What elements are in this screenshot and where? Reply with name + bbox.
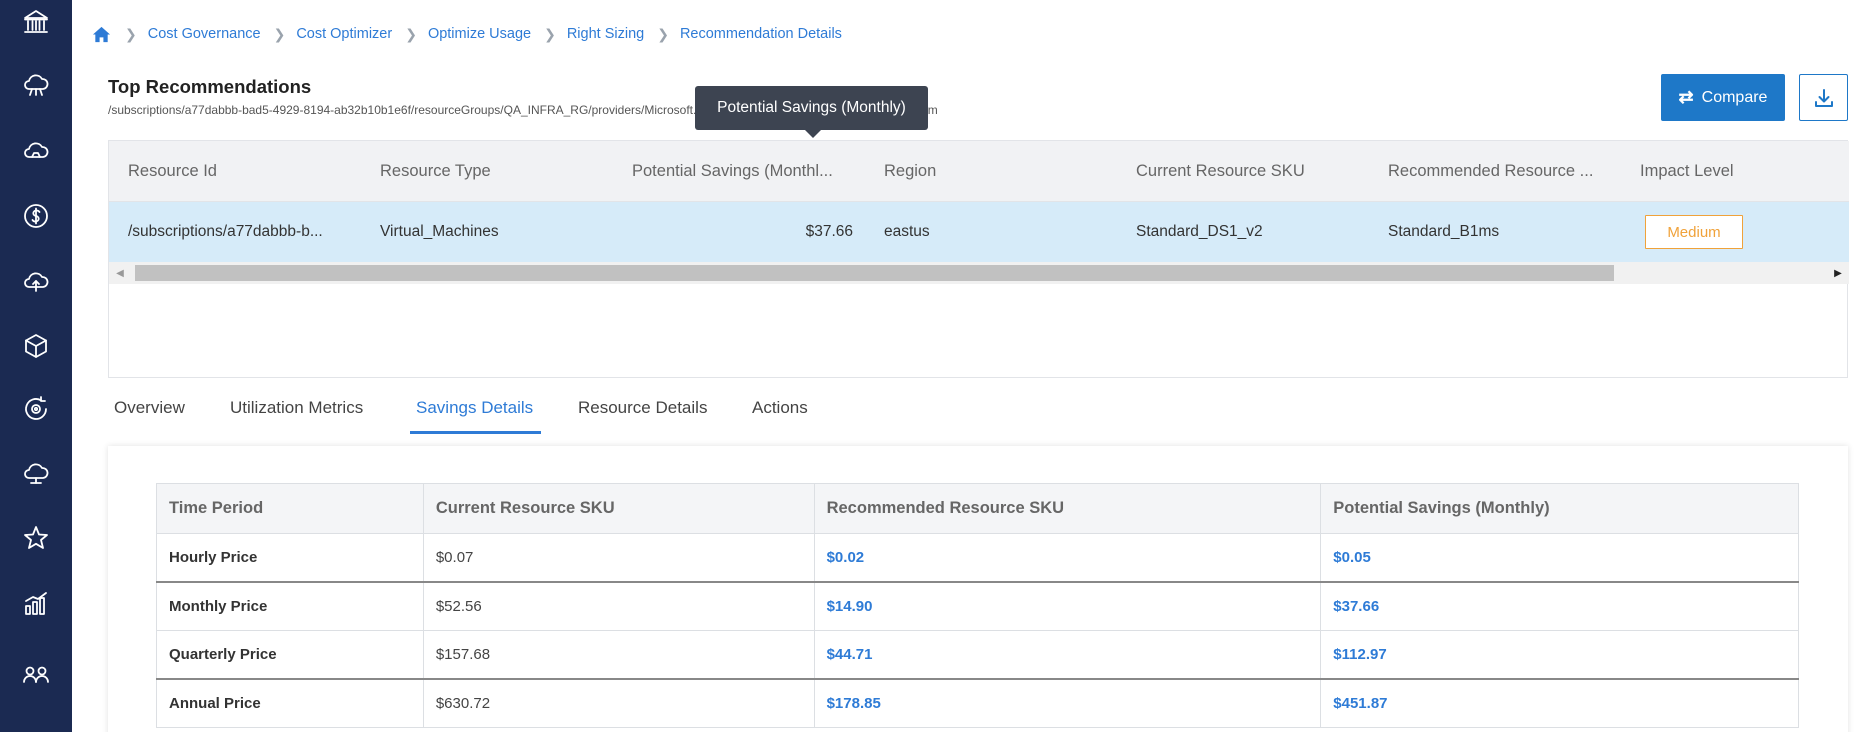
- active-tab-indicator: [410, 431, 541, 434]
- cloud-link-icon[interactable]: [0, 452, 72, 496]
- savings-details-panel: Time Period Current Resource SKU Recomme…: [108, 446, 1848, 732]
- column-header-time-period: Time Period: [156, 483, 424, 534]
- savings-cell: $37.66: [1320, 581, 1799, 631]
- tab-utilization-metrics[interactable]: Utilization Metrics: [230, 398, 363, 438]
- cell-resource-type: Virtual_Machines: [380, 223, 499, 240]
- breadcrumb: ❯ Cost Governance ❯ Cost Optimizer ❯ Opt…: [90, 22, 842, 46]
- cell-region: eastus: [884, 223, 930, 240]
- download-icon: [1814, 88, 1833, 107]
- page-title: Top Recommendations: [108, 76, 312, 97]
- cloud-icon[interactable]: [0, 128, 72, 172]
- compare-label: Compare: [1701, 88, 1768, 106]
- horizontal-scrollbar[interactable]: ◀ ▶: [109, 262, 1849, 284]
- compare-button[interactable]: ⇄ Compare: [1661, 74, 1785, 121]
- time-period-cell: Monthly Price: [156, 581, 424, 631]
- cube-icon[interactable]: [0, 324, 72, 368]
- table-header-row: Time Period Current Resource SKU Recomme…: [156, 483, 1799, 534]
- breadcrumb-right-sizing[interactable]: Right Sizing: [567, 26, 644, 42]
- gear-cycle-icon[interactable]: [0, 387, 72, 431]
- users-icon[interactable]: [0, 652, 72, 696]
- column-header-recommended-sku: Recommended Resource SKU: [813, 483, 1322, 534]
- breadcrumb-optimize-usage[interactable]: Optimize Usage: [428, 26, 531, 42]
- column-header-resource-id[interactable]: Resource Id: [128, 141, 358, 201]
- scroll-left-icon[interactable]: ◀: [111, 262, 129, 284]
- current-price-cell: $0.07: [422, 533, 815, 583]
- cell-resource-id: /subscriptions/a77dabbb-b...: [128, 223, 323, 240]
- grid-header: Resource Id Resource Type Potential Savi…: [109, 141, 1849, 202]
- breadcrumb-cost-governance[interactable]: Cost Governance: [148, 26, 261, 42]
- swap-icon: ⇄: [1678, 87, 1694, 107]
- cell-impact-level: Medium: [1645, 202, 1845, 262]
- current-price-cell: $52.56: [422, 581, 815, 631]
- chevron-right-icon: ❯: [125, 25, 137, 42]
- savings-cell: $0.05: [1320, 533, 1799, 583]
- cell-recommended-sku: Standard_B1ms: [1388, 223, 1500, 240]
- table-row: Hourly Price $0.07 $0.02 $0.05: [156, 533, 1799, 583]
- table-row[interactable]: /subscriptions/a77dabbb-b... Virtual_Mac…: [109, 202, 1849, 262]
- breadcrumb-recommendation-details[interactable]: Recommendation Details: [680, 26, 842, 42]
- bank-icon[interactable]: [0, 0, 72, 44]
- column-header-region[interactable]: Region: [884, 141, 1114, 201]
- recommended-price-cell: $178.85: [813, 678, 1322, 728]
- cell-current-sku: Standard_DS1_v2: [1136, 223, 1263, 240]
- column-header-current-sku: Current Resource SKU: [422, 483, 815, 534]
- scrollbar-thumb[interactable]: [135, 265, 1614, 281]
- column-header-resource-type[interactable]: Resource Type: [380, 141, 610, 201]
- recommendations-grid: Resource Id Resource Type Potential Savi…: [108, 140, 1849, 378]
- column-header-recommended-sku[interactable]: Recommended Resource ...: [1388, 141, 1608, 201]
- tab-overview[interactable]: Overview: [114, 398, 185, 438]
- main-content: ❯ Cost Governance ❯ Cost Optimizer ❯ Opt…: [72, 0, 1856, 732]
- time-period-cell: Annual Price: [156, 678, 424, 728]
- recommended-price-cell: $14.90: [813, 581, 1322, 631]
- chevron-right-icon: ❯: [273, 25, 286, 42]
- cloud-network-icon[interactable]: [0, 63, 72, 107]
- column-tooltip: Potential Savings (Monthly): [695, 86, 928, 138]
- table-row: Annual Price $630.72 $178.85 $451.87: [156, 678, 1799, 728]
- cell-potential-savings: $37.66: [805, 223, 853, 240]
- table-row: Quarterly Price $157.68 $44.71 $112.97: [156, 630, 1799, 680]
- tab-resource-details[interactable]: Resource Details: [578, 398, 707, 438]
- savings-cell: $451.87: [1320, 678, 1799, 728]
- dollar-icon[interactable]: [0, 194, 72, 238]
- table-row: Monthly Price $52.56 $14.90 $37.66: [156, 581, 1799, 631]
- recommended-price-cell: $44.71: [813, 630, 1322, 680]
- home-icon[interactable]: [90, 23, 112, 45]
- column-header-current-sku[interactable]: Current Resource SKU: [1136, 141, 1366, 201]
- recommended-price-cell: $0.02: [813, 533, 1322, 583]
- bar-chart-icon[interactable]: [0, 582, 72, 626]
- impact-level-badge: Medium: [1645, 215, 1743, 249]
- star-icon[interactable]: [0, 516, 72, 560]
- tab-actions[interactable]: Actions: [752, 398, 808, 438]
- savings-table: Time Period Current Resource SKU Recomme…: [156, 483, 1799, 728]
- sidebar: [0, 0, 72, 732]
- time-period-cell: Hourly Price: [156, 533, 424, 583]
- current-price-cell: $157.68: [422, 630, 815, 680]
- chevron-right-icon: ❯: [544, 25, 556, 42]
- download-button[interactable]: [1799, 74, 1848, 121]
- savings-cell: $112.97: [1320, 630, 1799, 680]
- column-header-potential-savings: Potential Savings (Monthly): [1320, 483, 1799, 534]
- column-header-potential-savings[interactable]: Potential Savings (Monthl...: [632, 141, 852, 201]
- cloud-upload-icon[interactable]: [0, 259, 72, 303]
- time-period-cell: Quarterly Price: [156, 630, 424, 680]
- chevron-right-icon: ❯: [405, 25, 417, 42]
- chevron-right-icon: ❯: [657, 25, 669, 42]
- scroll-right-icon[interactable]: ▶: [1829, 262, 1847, 284]
- column-header-impact-level[interactable]: Impact Level: [1640, 141, 1840, 201]
- breadcrumb-cost-optimizer[interactable]: Cost Optimizer: [296, 26, 392, 42]
- current-price-cell: $630.72: [422, 678, 815, 728]
